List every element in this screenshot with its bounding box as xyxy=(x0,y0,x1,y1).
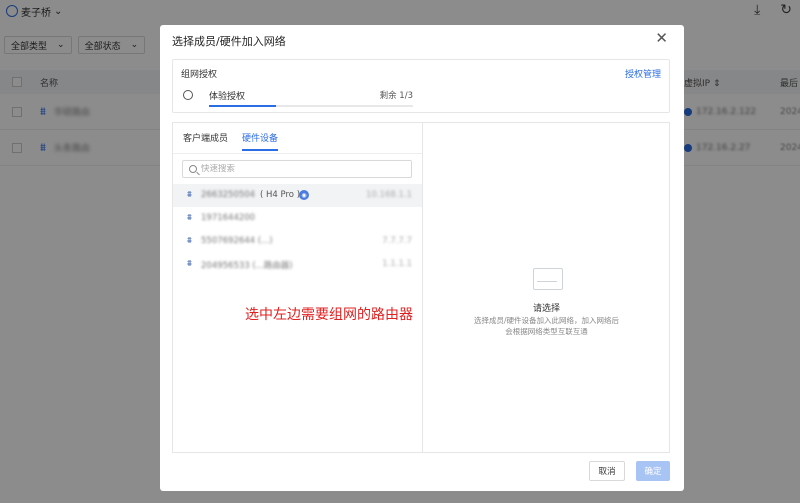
device-ip: 7.7.7.7 xyxy=(382,236,412,246)
empty-title: 请选择 xyxy=(532,304,560,314)
empty-desc-line: 选择成员/硬件设备加入此网络，加入网络后 xyxy=(473,316,620,325)
empty-box-icon xyxy=(533,268,563,290)
device-name: 1971644200 xyxy=(201,213,256,223)
cancel-button[interactable]: 取消 xyxy=(589,461,625,481)
list-item[interactable]: ⩩ 1971644200 xyxy=(173,207,422,230)
router-icon: ⩩ xyxy=(187,190,192,200)
tabs-divider xyxy=(173,153,422,154)
online-icon: ◉ xyxy=(299,190,309,200)
license-panel: 组网授权 授权管理 体验授权 剩余 1/3 xyxy=(172,59,670,113)
empty-desc-line: 会根据网络类型互联互通 xyxy=(505,327,588,336)
router-icon: ⩩ xyxy=(187,259,192,269)
globe-icon xyxy=(183,90,193,100)
license-row: 体验授权 剩余 1/3 xyxy=(183,88,413,107)
tab-bar: 客户端成员 硬件设备 xyxy=(183,131,279,151)
tab-client-members[interactable]: 客户端成员 xyxy=(183,131,228,151)
member-picker-panel: 客户端成员 硬件设备 ⩩ 2663250504 ( H4 Pro ) ◉ 10.… xyxy=(172,122,423,453)
device-model: ( H4 Pro ) xyxy=(260,190,301,200)
selected-panel: 请选择 选择成员/硬件设备加入此网络，加入网络后 会根据网络类型互联互通 xyxy=(423,122,670,453)
device-ip: 1.1.1.1 xyxy=(382,259,412,269)
list-item[interactable]: ⩩ 2663250504 ( H4 Pro ) ◉ 10.168.1.1 xyxy=(173,184,422,207)
device-list: ⩩ 2663250504 ( H4 Pro ) ◉ 10.168.1.1 ⩩ 1… xyxy=(173,184,422,276)
close-icon[interactable]: ✕ xyxy=(655,29,668,47)
list-item[interactable]: ⩩ 5507692644 (...) 7.7.7.7 xyxy=(173,230,422,253)
device-name: 204956533 (...路由器) xyxy=(201,261,293,271)
router-icon: ⩩ xyxy=(187,213,192,223)
license-name: 体验授权 xyxy=(209,92,246,102)
ok-button[interactable]: 确定 xyxy=(636,461,670,481)
license-manage-link[interactable]: 授权管理 xyxy=(625,67,661,80)
join-network-dialog: 选择成员/硬件加入网络 ✕ 组网授权 授权管理 体验授权 剩余 1/3 客户端成… xyxy=(160,25,684,491)
dialog-title: 选择成员/硬件加入网络 xyxy=(172,35,286,48)
search-input[interactable] xyxy=(201,164,401,174)
tab-hardware-devices[interactable]: 硬件设备 xyxy=(242,131,279,151)
license-progress-bar xyxy=(209,105,413,107)
device-name: 5507692644 (...) xyxy=(201,236,273,246)
search-icon xyxy=(189,165,197,173)
search-box xyxy=(182,160,412,178)
license-progress-fill xyxy=(209,105,277,107)
router-icon: ⩩ xyxy=(187,236,192,246)
license-remaining: 剩余 1/3 xyxy=(379,91,413,101)
device-ip: 10.168.1.1 xyxy=(366,190,412,200)
license-title: 组网授权 xyxy=(181,70,218,80)
empty-description: 选择成员/硬件设备加入此网络，加入网络后 会根据网络类型互联互通 xyxy=(423,315,670,337)
device-name: 2663250504 xyxy=(201,190,256,200)
annotation-text: 选中左边需要组网的路由器 xyxy=(245,307,413,323)
list-item[interactable]: ⩩ 204956533 (...路由器) 1.1.1.1 xyxy=(173,253,422,276)
